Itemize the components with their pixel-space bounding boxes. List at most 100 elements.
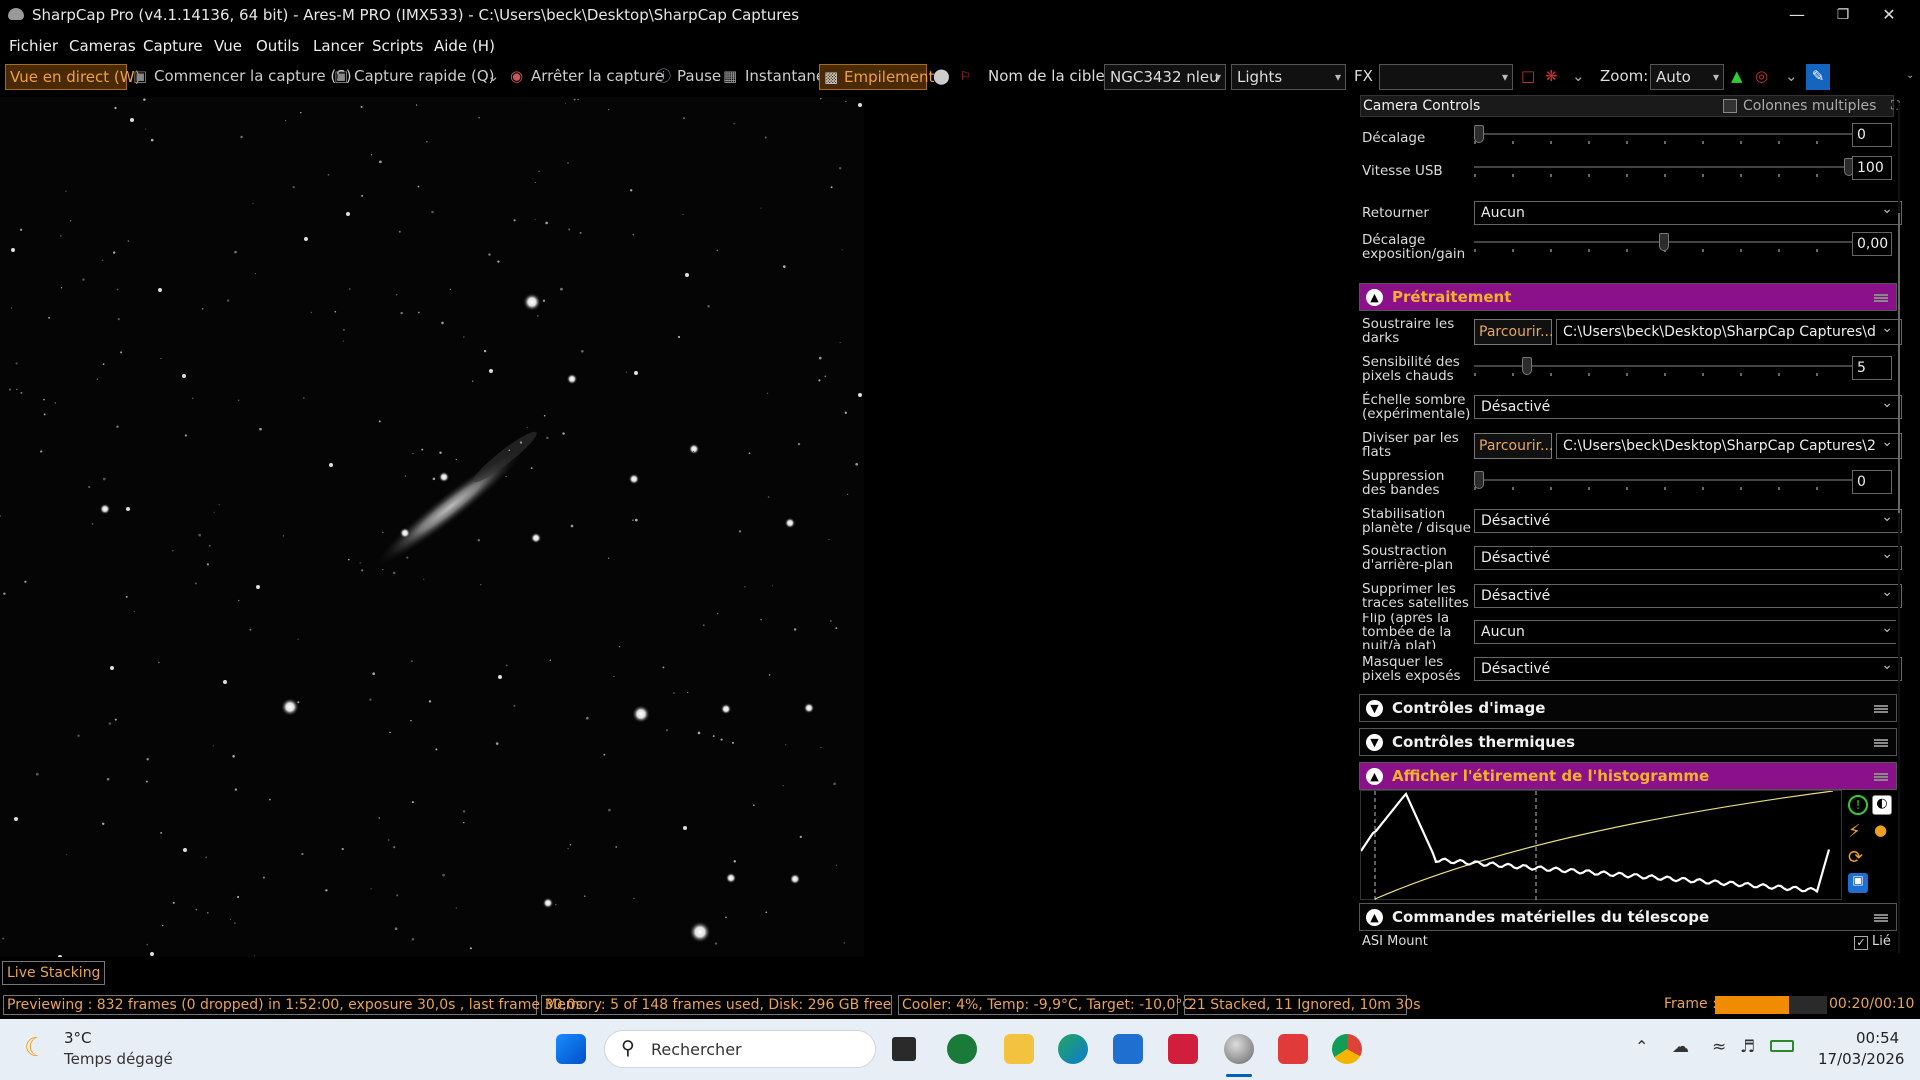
fx-select[interactable] <box>1379 64 1513 90</box>
windows-start-icon[interactable] <box>556 1034 586 1064</box>
greenapp-icon[interactable] <box>947 1034 977 1064</box>
menu-cameras[interactable]: Cameras <box>69 37 136 55</box>
slider-thumb[interactable] <box>1659 233 1669 251</box>
exposure-gain-offset-slider[interactable] <box>1474 231 1854 255</box>
reset-icon[interactable]: ⟳ <box>1848 847 1863 868</box>
section-menu-icon[interactable] <box>1874 705 1888 713</box>
panel-scrollbar-thumb[interactable] <box>1898 213 1900 513</box>
zoom-select[interactable]: Auto <box>1650 64 1724 90</box>
menu-scripts[interactable]: Scripts <box>372 37 423 55</box>
weather-temp[interactable]: 3°C <box>64 1029 92 1047</box>
histogram-section-header[interactable]: ▲ Afficher l'étirement de l'histogramme <box>1359 762 1897 790</box>
clock-date[interactable]: 17/03/2026 <box>1818 1050 1904 1068</box>
collapse-icon[interactable]: ▲ <box>1366 909 1383 926</box>
menu-fichier[interactable]: Fichier <box>9 37 58 55</box>
expand-icon[interactable]: ▼ <box>1366 734 1383 751</box>
task-view-icon[interactable] <box>892 1037 916 1061</box>
menu-aide[interactable]: Aide (H) <box>434 37 495 55</box>
reticle-icon[interactable]: ◎ <box>1755 64 1768 90</box>
wifi-icon[interactable]: ≈ <box>1712 1037 1726 1057</box>
target-name-input[interactable]: NGC3432 nleu <box>1104 64 1226 90</box>
anydesk-icon[interactable] <box>1278 1034 1308 1064</box>
stop-capture-button[interactable]: Arrêter la capture <box>531 64 664 90</box>
slider-thumb[interactable] <box>1474 471 1484 489</box>
astro-app-icon[interactable] <box>1168 1034 1198 1064</box>
overflow-chevron-icon[interactable]: ⌄ <box>1906 64 1914 90</box>
mask-exposed-select[interactable]: Désactivé <box>1474 654 1902 681</box>
moon-weather-icon[interactable]: ☾ <box>24 1033 47 1063</box>
hot-pixel-slider[interactable] <box>1474 355 1854 379</box>
crosshair-icon[interactable]: ❋ <box>1545 64 1558 90</box>
slider-thumb[interactable] <box>1474 125 1484 143</box>
section-menu-icon[interactable] <box>1874 914 1888 922</box>
frame-type-select[interactable]: Lights <box>1231 64 1346 90</box>
menu-outils[interactable]: Outils <box>256 37 299 55</box>
background-sub-select[interactable]: Désactivé <box>1474 543 1902 570</box>
chevron-down-icon[interactable]: ⌄ <box>1785 64 1798 90</box>
pause-button[interactable]: Pause <box>677 64 721 90</box>
snapshot-button[interactable]: Instantané <box>745 64 825 90</box>
contrast-icon[interactable]: ◐ <box>1872 795 1892 815</box>
minimize-button[interactable]: — <box>1774 0 1820 30</box>
preprocessing-section-header[interactable]: ▲ Prétraitement <box>1359 283 1897 311</box>
cloud-off-icon[interactable]: ☁ <box>1672 1037 1689 1057</box>
menu-capture[interactable]: Capture <box>143 37 203 55</box>
collapse-icon[interactable]: ▲ <box>1366 768 1383 785</box>
start-capture-button[interactable]: Commencer la capture (S) <box>154 64 352 90</box>
usb-speed-slider[interactable] <box>1474 156 1854 180</box>
menu-lancer[interactable]: Lancer <box>313 37 364 55</box>
hot-pixel-value[interactable]: 5 <box>1852 356 1892 380</box>
maximize-button[interactable]: ❐ <box>1820 0 1866 30</box>
image-controls-section-header[interactable]: ▼ Contrôles d'image <box>1359 694 1897 722</box>
banding-slider[interactable] <box>1474 469 1854 493</box>
section-menu-icon[interactable] <box>1874 294 1888 302</box>
lightning-icon[interactable]: ⚡ <box>1848 821 1861 842</box>
satellite-trails-select[interactable]: Désactivé <box>1474 581 1902 608</box>
telescope-section-header[interactable]: ▲ Commandes matérielles du télescope <box>1359 903 1897 931</box>
live-view-button[interactable]: Vue en direct (W) <box>5 64 140 90</box>
thermal-controls-section-header[interactable]: ▼ Contrôles thermiques <box>1359 728 1897 756</box>
store-icon[interactable] <box>1113 1034 1143 1064</box>
flat-flip-select[interactable]: Aucun <box>1474 617 1896 644</box>
section-menu-icon[interactable] <box>1874 773 1888 781</box>
histogram-icon[interactable]: ▲ <box>1731 64 1743 90</box>
histogram-view[interactable] <box>1360 790 1842 901</box>
circle-icon[interactable]: ⬤ <box>933 64 950 90</box>
file-explorer-icon[interactable] <box>1004 1034 1034 1064</box>
live-stacking-tab[interactable]: Live Stacking <box>2 961 106 985</box>
flip-select[interactable]: Aucun <box>1474 198 1902 225</box>
sharpcap-taskbar-icon[interactable] <box>1224 1034 1254 1064</box>
exposure-gain-offset-value[interactable]: 0,00 <box>1852 232 1892 256</box>
close-button[interactable]: ✕ <box>1866 0 1912 30</box>
volume-icon[interactable]: ♬ <box>1740 1037 1755 1057</box>
chevron-up-icon[interactable]: ⌃ <box>1635 1037 1648 1056</box>
stacking-button[interactable]: ▩ Empilement <box>819 64 934 90</box>
banding-value[interactable]: 0 <box>1852 470 1892 494</box>
battery-icon[interactable] <box>1770 1040 1794 1052</box>
expand-icon[interactable]: ▼ <box>1366 700 1383 717</box>
edge-browser-icon[interactable] <box>1058 1034 1088 1064</box>
chrome-icon[interactable] <box>1332 1034 1362 1064</box>
mount-linked-checkbox[interactable]: ✓ <box>1854 936 1868 950</box>
panel-scrollbar[interactable] <box>1898 103 1900 953</box>
lock-icon[interactable]: ● <box>1874 821 1887 839</box>
multi-columns-checkbox[interactable] <box>1723 99 1737 113</box>
browse-flats-button[interactable]: Parcourir... <box>1474 433 1553 459</box>
info-icon[interactable]: ! <box>1848 795 1868 815</box>
brush-icon[interactable]: ✎ <box>1806 64 1830 90</box>
menu-vue[interactable]: Vue <box>214 37 242 55</box>
selection-rect-icon[interactable]: □ <box>1521 64 1535 90</box>
planet-stab-select[interactable]: Désactivé <box>1474 506 1902 533</box>
section-menu-icon[interactable] <box>1874 739 1888 747</box>
chevron-down-icon[interactable]: ⌄ <box>1572 64 1585 90</box>
clock-time[interactable]: 00:54 <box>1856 1029 1899 1047</box>
offset-value[interactable]: 0 <box>1852 123 1892 147</box>
flats-path-select[interactable]: C:\Users\beck\Desktop\SharpCap Captures\… <box>1556 433 1902 459</box>
collapse-icon[interactable]: ▲ <box>1366 289 1383 306</box>
weather-desc[interactable]: Temps dégagé <box>64 1050 173 1068</box>
chevron-down-icon[interactable]: ⌄ <box>487 64 500 90</box>
dark-scale-select[interactable]: Désactivé <box>1474 392 1902 419</box>
search-box[interactable]: ⚲ Rechercher <box>604 1030 876 1068</box>
slider-thumb[interactable] <box>1522 357 1533 375</box>
image-viewer[interactable] <box>0 97 864 957</box>
